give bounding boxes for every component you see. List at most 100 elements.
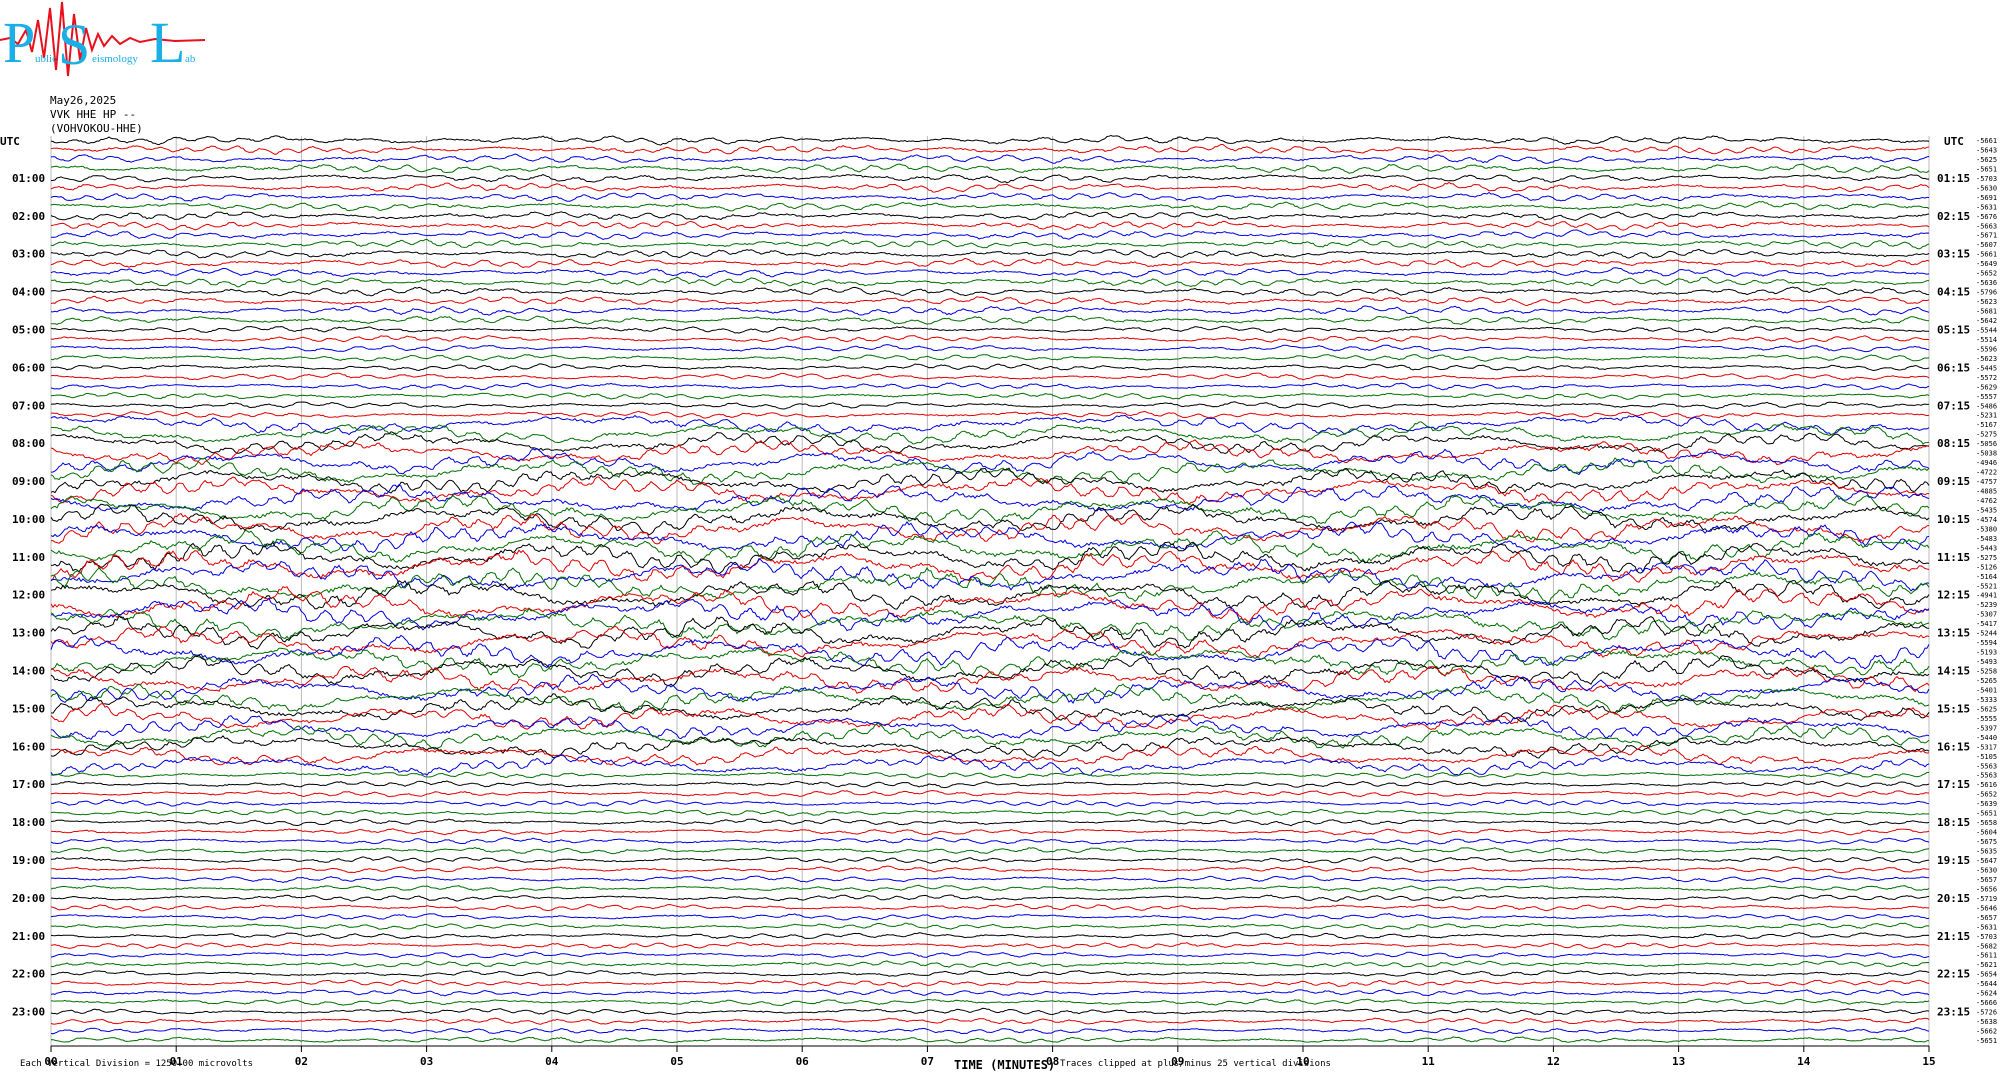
trace-offset-label: -5671 [1976,232,1997,240]
seismic-trace-79 [50,875,1929,884]
trace-offset-label: -5625 [1976,705,1997,713]
trace-offset-label: -5638 [1976,1018,1997,1026]
trace-offset-label: -5675 [1976,838,1997,846]
hour-label-left: 20:00 [12,892,45,905]
trace-offset-label: -5563 [1976,762,1997,770]
seismic-trace-44 [50,530,1930,564]
seismic-trace-74 [50,828,1930,836]
trace-offset-label: -5440 [1976,734,1997,742]
hour-label-left: 07:00 [12,399,45,412]
trace-offset-label: -5726 [1976,1009,1997,1017]
seismic-trace-88 [50,960,1930,968]
hour-label-right: 04:15 [1937,286,1970,299]
hour-label-left: 05:00 [12,323,45,336]
trace-offset-label: -5258 [1976,668,1997,676]
seismic-trace-21 [50,325,1929,334]
x-tick-label-14: 14 [1797,1055,1811,1068]
seismic-trace-57 [50,654,1930,687]
hour-label-right: 22:15 [1937,968,1970,981]
hour-label-left: 19:00 [12,854,45,867]
seismic-trace-46 [50,549,1930,583]
hour-label-right: 07:15 [1937,399,1970,412]
hour-label-left: 01:00 [12,172,45,185]
trace-offset-label: -5676 [1976,213,1997,221]
hour-label-left: 02:00 [12,210,45,223]
seismic-trace-40 [50,493,1930,524]
trace-offset-label: -5231 [1976,412,1997,420]
seismic-trace-83 [50,913,1930,921]
trace-offset-label: -5555 [1976,715,1997,723]
seismic-trace-91 [50,989,1930,997]
trace-offset-label: -5616 [1976,781,1997,789]
hour-label-right: 03:15 [1937,248,1970,261]
trace-offset-label: -5486 [1976,402,1997,410]
seismic-trace-48 [50,567,1930,604]
trace-offset-label: -5625 [1976,156,1997,164]
trace-offset-label: -5661 [1976,137,1997,145]
seismic-trace-95 [50,1027,1930,1035]
x-axis-title: TIME (MINUTES) [954,1058,1056,1072]
hour-label-right: 18:15 [1937,816,1970,829]
hour-label-left: 12:00 [12,589,45,602]
seismic-trace-53 [50,615,1930,650]
trace-offset-label: -5666 [1976,999,1997,1007]
seismic-trace-22 [50,335,1930,343]
trace-offset-label: -5654 [1976,971,1997,979]
left-utc-label: UTC [0,135,20,148]
seismic-trace-61 [50,693,1930,723]
hour-label-right: 02:15 [1937,210,1970,223]
hour-label-right: 13:15 [1937,627,1970,640]
trace-offset-label: -5630 [1976,184,1997,192]
trace-offset-label: -5607 [1976,241,1997,249]
trace-offset-label: -5657 [1976,914,1997,922]
seismic-traces [50,134,1930,1044]
seismic-trace-78 [50,865,1930,874]
seismic-trace-90 [50,979,1930,988]
hour-label-right: 09:15 [1937,475,1970,488]
hour-label-left: 22:00 [12,968,45,981]
seismic-trace-76 [50,846,1930,855]
trace-offset-label: -4762 [1976,497,1997,505]
trace-offset-label: -4722 [1976,469,1997,477]
x-tick-label-04: 04 [545,1055,559,1068]
seismic-trace-92 [50,998,1930,1007]
trace-offset-label: -5563 [1976,772,1997,780]
scale-note: Each Vertical Division = 1250.00 microvo… [20,1059,253,1069]
seismic-trace-69 [50,780,1930,789]
seismic-trace-18 [50,295,1930,307]
seismic-trace-56 [50,647,1930,679]
hour-label-right: 21:15 [1937,930,1970,943]
seismic-trace-73 [50,818,1930,827]
trace-offset-label: -4757 [1976,478,1997,486]
x-tick-label-05: 05 [670,1055,683,1068]
trace-offset-label: -5703 [1976,933,1997,941]
hour-label-right: 16:15 [1937,740,1970,753]
hour-label-right: 12:15 [1937,589,1970,602]
seismic-trace-89 [50,969,1930,977]
trace-offset-label: -5630 [1976,866,1997,874]
seismic-trace-71 [50,799,1930,807]
hour-label-right: 10:15 [1937,513,1970,526]
seismic-trace-12 [50,238,1930,250]
trace-offset-label: -5623 [1976,355,1997,363]
seismic-trace-27 [50,382,1930,391]
seismic-trace-19 [50,305,1930,316]
trace-offset-label: -5631 [1976,923,1997,931]
trace-offset-label: -5642 [1976,317,1997,325]
hour-label-right: 19:15 [1937,854,1970,867]
trace-offset-label: -4885 [1976,488,1997,496]
seismic-trace-93 [50,1007,1930,1016]
trace-offset-label: -5719 [1976,895,1997,903]
trace-offset-label: -5038 [1976,450,1997,458]
seismic-trace-6 [50,181,1930,193]
right-utc-label: UTC [1944,135,1964,148]
trace-offset-label: -5643 [1976,146,1997,154]
x-tick-label-13: 13 [1672,1055,1685,1068]
trace-offset-label: -5635 [1976,848,1997,856]
trace-offset-label: -5417 [1976,620,1997,628]
trace-offset-label: -5435 [1976,506,1997,514]
hour-label-right: 11:15 [1937,551,1970,564]
seismic-trace-85 [50,932,1930,940]
seismic-trace-9 [50,211,1930,221]
seismic-trace-7 [50,191,1930,202]
